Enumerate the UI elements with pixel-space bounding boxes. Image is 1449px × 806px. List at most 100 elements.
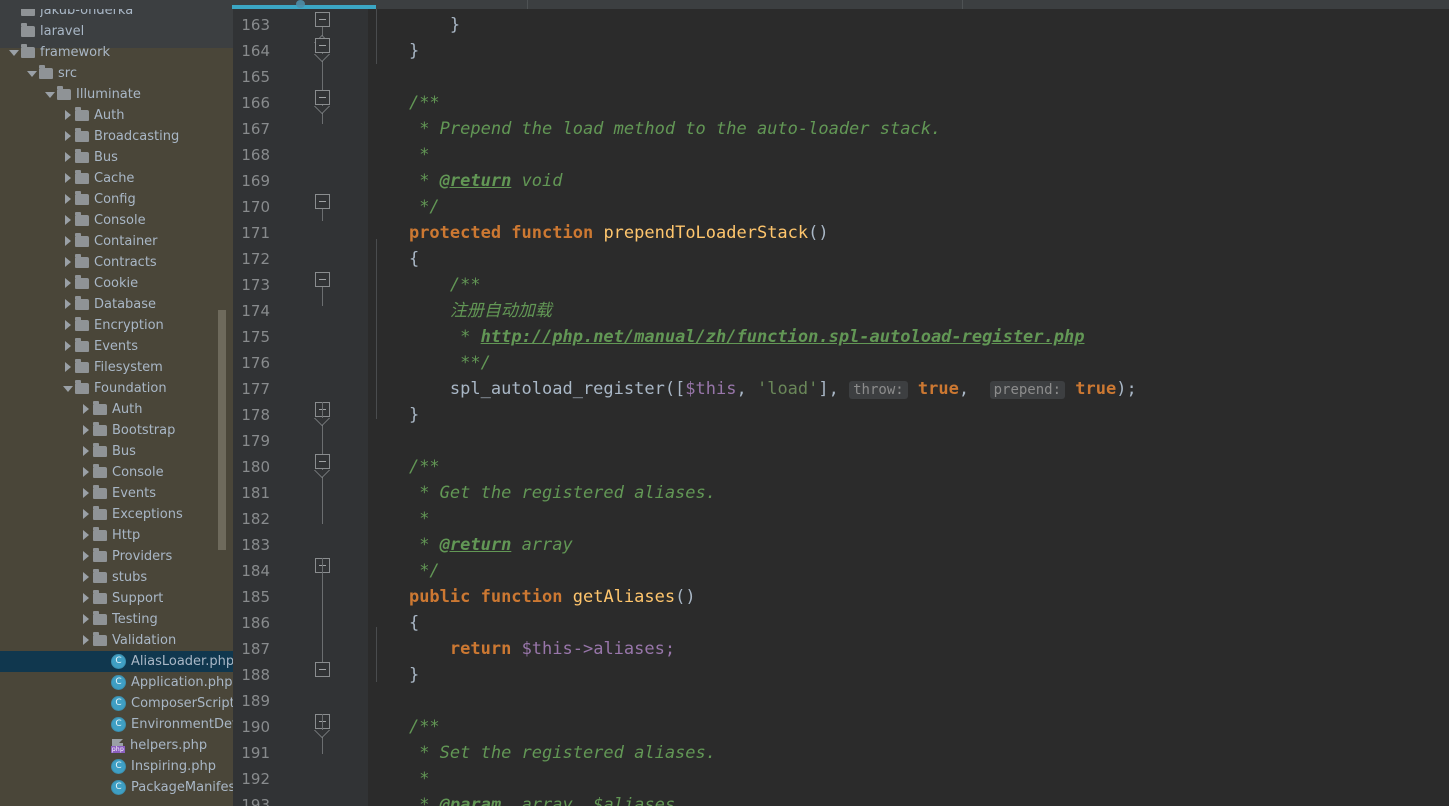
tree-item-validation[interactable]: Validation [0,630,233,651]
chevron-down-icon[interactable] [62,383,73,394]
tree-item-console[interactable]: Console [0,462,233,483]
chevron-right-icon[interactable] [80,530,91,541]
tree-item-aliasloader-php[interactable]: C AliasLoader.php [0,651,233,672]
project-tree-panel[interactable]: jakub-onderka laravel framework src Illumina… [0,0,233,806]
code-line-187[interactable]: return $this->aliases; [368,636,675,662]
fold-marker-collapse[interactable] [315,272,330,287]
code-line-176[interactable]: **/ [368,350,491,376]
tree-item-bus[interactable]: Bus [0,441,233,462]
code-line-177[interactable]: spl_autoload_register([$this, 'load'], t… [368,376,1137,402]
code-editor[interactable]: } } /** * Prepend the load method to the… [368,9,1449,806]
code-line-180[interactable]: /** [368,454,440,480]
fold-marker-tip[interactable] [314,730,330,738]
chevron-right-icon[interactable] [80,467,91,478]
code-line-171[interactable]: protected function prependToLoaderStack(… [368,220,829,246]
chevron-right-icon[interactable] [80,404,91,415]
tree-item-framework[interactable]: framework [0,42,233,63]
code-line-181[interactable]: * Get the registered aliases. [368,480,716,506]
chevron-right-icon[interactable] [80,509,91,520]
tree-item-cache[interactable]: Cache [0,168,233,189]
code-line-168[interactable]: * [368,142,429,168]
tree-item-helpers-php[interactable]: php helpers.php [0,735,233,756]
tree-item-environmentdetector-php[interactable]: C EnvironmentDetector.php [0,714,233,735]
tree-item-events[interactable]: Events [0,336,233,357]
fold-marker-tip[interactable] [314,470,330,478]
tree-item-foundation[interactable]: Foundation [0,378,233,399]
code-line-192[interactable]: * [368,766,429,792]
chevron-right-icon[interactable] [62,278,73,289]
tree-item-encryption[interactable]: Encryption [0,315,233,336]
chevron-down-icon[interactable] [44,89,55,100]
code-line-173[interactable]: /** [368,272,481,298]
fold-marker-collapse[interactable] [315,662,330,677]
chevron-right-icon[interactable] [62,299,73,310]
tree-item-filesystem[interactable]: Filesystem [0,357,233,378]
tree-item-bootstrap[interactable]: Bootstrap [0,420,233,441]
code-line-193[interactable]: * @param array $aliases [368,792,675,806]
code-line-183[interactable]: * @return array [368,532,573,558]
tree-item-contracts[interactable]: Contracts [0,252,233,273]
tree-item-config[interactable]: Config [0,189,233,210]
chevron-right-icon[interactable] [62,257,73,268]
fold-marker-collapse[interactable] [315,454,330,469]
chevron-right-icon[interactable] [62,173,73,184]
chevron-right-icon[interactable] [62,341,73,352]
code-line-185[interactable]: public function getAliases() [368,584,696,610]
chevron-right-icon[interactable] [62,152,73,163]
tree-item-events[interactable]: Events [0,483,233,504]
chevron-right-icon[interactable] [80,425,91,436]
chevron-right-icon[interactable] [80,614,91,625]
code-line-174[interactable]: 注册自动加载 [368,298,552,324]
editor-gutter[interactable]: 163 164 165 166 167 168 169 170 171 172 173 174 175 1… [233,9,368,806]
tree-item-testing[interactable]: Testing [0,609,233,630]
chevron-right-icon[interactable] [62,131,73,142]
tree-item-exceptions[interactable]: Exceptions [0,504,233,525]
tree-item-support[interactable]: Support [0,588,233,609]
tree-item-composerscripts-php[interactable]: C ComposerScripts.php [0,693,233,714]
chevron-right-icon[interactable] [80,446,91,457]
editor-tab-strip[interactable] [0,0,1449,9]
code-line-163[interactable]: } [368,12,460,38]
chevron-right-icon[interactable] [62,215,73,226]
code-line-166[interactable]: /** [368,90,440,116]
tree-item-auth[interactable]: Auth [0,399,233,420]
code-line-186[interactable]: { [368,610,419,636]
chevron-right-icon[interactable] [62,320,73,331]
fold-marker-collapse[interactable] [315,38,330,53]
tree-item-packagemanifest-php[interactable]: C PackageManifest.php [0,777,233,798]
tree-item-broadcasting[interactable]: Broadcasting [0,126,233,147]
tree-item-stubs[interactable]: stubs [0,567,233,588]
tree-item-providers[interactable]: Providers [0,546,233,567]
chevron-right-icon[interactable] [62,236,73,247]
code-line-167[interactable]: * Prepend the load method to the auto-lo… [368,116,941,142]
chevron-down-icon[interactable] [8,47,19,58]
tree-item-src[interactable]: src [0,63,233,84]
chevron-right-icon[interactable] [80,572,91,583]
code-line-191[interactable]: * Set the registered aliases. [368,740,716,766]
code-line-188[interactable]: } [368,662,419,688]
tree-item-inspiring-php[interactable]: C Inspiring.php [0,756,233,777]
chevron-down-icon[interactable] [26,68,37,79]
chevron-right-icon[interactable] [80,551,91,562]
code-line-164[interactable]: } [368,38,419,64]
code-line-169[interactable]: * @return void [368,168,562,194]
tree-item-console[interactable]: Console [0,210,233,231]
tree-item-container[interactable]: Container [0,231,233,252]
fold-marker-tip[interactable] [314,54,330,62]
chevron-right-icon[interactable] [62,110,73,121]
tree-item-application-php[interactable]: C Application.php [0,672,233,693]
tree-item-bus[interactable]: Bus [0,147,233,168]
tree-item-illuminate[interactable]: Illuminate [0,84,233,105]
chevron-right-icon[interactable] [80,488,91,499]
code-line-172[interactable]: { [368,246,419,272]
chevron-right-icon[interactable] [62,362,73,373]
tree-item-cookie[interactable]: Cookie [0,273,233,294]
code-line-170[interactable]: */ [368,194,439,220]
tree-item-http[interactable]: Http [0,525,233,546]
code-line-182[interactable]: * [368,506,429,532]
fold-marker-collapse[interactable] [315,194,330,209]
tree-item-laravel[interactable]: laravel [0,21,233,42]
tree-item-auth[interactable]: Auth [0,105,233,126]
fold-marker-collapse[interactable] [315,12,330,27]
code-line-184[interactable]: */ [368,558,439,584]
